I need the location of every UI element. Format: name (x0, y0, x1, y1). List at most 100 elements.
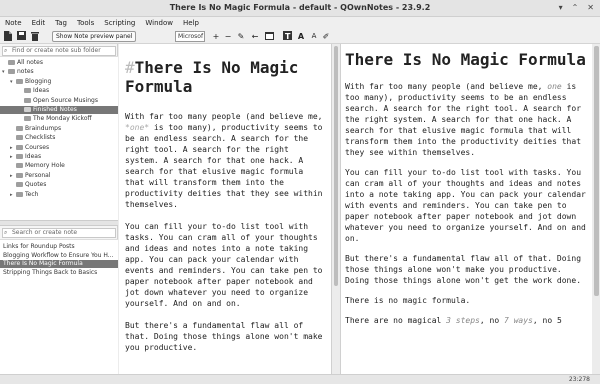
arrow-left-icon[interactable]: ← (250, 31, 260, 42)
folder-search-input[interactable]: ⌕ Find or create note sub folder (2, 46, 116, 56)
preview-text: With far too many people (and believe me… (345, 82, 548, 91)
preview-scrollbar[interactable] (593, 44, 600, 374)
minimize-icon[interactable]: ▾ (559, 4, 563, 12)
editor-content[interactable]: #There Is No Magic Formula With far too … (125, 58, 325, 364)
folder-icon (16, 172, 23, 178)
menu-edit[interactable]: Edit (27, 17, 51, 29)
folder-item[interactable]: Open Source Musings (0, 97, 118, 105)
folder-item[interactable]: Memory Hole (0, 162, 118, 170)
folder-icon (24, 116, 31, 122)
edit-icon[interactable]: ✐ (321, 31, 331, 42)
menu-note[interactable]: Note (0, 17, 27, 29)
folder-item[interactable]: ▸ Personal (0, 172, 118, 180)
folder-label: All notes (17, 59, 43, 66)
window-title: There Is No Magic Formula - default - QO… (169, 3, 431, 12)
editor-paragraph: You can fill your to-do list tool with t… (125, 222, 323, 308)
text-smaller-icon[interactable]: A (309, 31, 319, 42)
calendar-icon[interactable] (264, 31, 274, 42)
menu-tools[interactable]: Tools (72, 17, 99, 29)
folder-item[interactable]: Finished Notes (0, 106, 118, 114)
note-editor[interactable]: #There Is No Magic Formula With far too … (119, 44, 332, 374)
folder-item[interactable]: Quotes (0, 181, 118, 189)
editor-scrollbar[interactable] (333, 44, 339, 374)
preview-paragraph: With far too many people (and believe me… (345, 81, 588, 158)
panel-splitter[interactable] (0, 220, 118, 226)
left-sidebar: ⌕ Find or create note sub folder All not… (0, 44, 118, 374)
folder-icon (16, 191, 23, 197)
pencil-icon[interactable]: ✎ (236, 31, 246, 42)
folder-label: Personal (25, 171, 51, 179)
text-bold-icon[interactable]: T (282, 31, 292, 42)
folder-icon (24, 97, 31, 103)
folder-item[interactable]: ▸ Tech (0, 191, 118, 199)
preview-title: There Is No Magic Formula (345, 50, 586, 69)
folder-icon (16, 135, 23, 141)
search-icon: ⌕ (4, 229, 8, 236)
preview-paragraph: You can fill your to-do list tool with t… (345, 168, 586, 243)
minus-icon[interactable]: − (223, 31, 233, 42)
folder-label: Braindumps (25, 124, 62, 132)
folder-icon (8, 60, 15, 65)
preview-text: , no 5 (532, 316, 562, 325)
folder-item[interactable]: ▸ Courses (0, 144, 118, 152)
preview-text: is too many), productivity seems to be a… (345, 82, 582, 157)
folder-item[interactable]: ▾ Blogging (0, 78, 118, 86)
folder-item[interactable]: Ideas (0, 87, 118, 95)
maximize-icon[interactable]: ⌃ (572, 4, 579, 12)
folder-item[interactable]: The Monday Kickoff (0, 115, 118, 123)
folder-icon (16, 154, 23, 159)
show-note-preview-button[interactable]: Show Note preview panel (52, 31, 137, 42)
folder-label: The Monday Kickoff (33, 115, 92, 123)
preview-emphasis: 3 steps (446, 316, 480, 325)
folder-icon (16, 144, 23, 150)
editor-scrollbar-thumb[interactable] (334, 46, 338, 286)
folder-label: Quotes (25, 181, 47, 189)
cursor-position: 23:278 (568, 376, 590, 383)
folder-tree: All notes ▾ notes ▾ Blogging Ideas Open Source… (0, 56, 118, 220)
preview-paragraph: But there's a fundamental flaw all of th… (345, 254, 582, 285)
plus-icon[interactable]: + (211, 31, 221, 42)
preview-scrollbar-thumb[interactable] (594, 46, 599, 296)
folder-label: Ideas (33, 87, 50, 95)
folder-item[interactable]: Braindumps (0, 125, 118, 133)
folder-label: Memory Hole (25, 162, 65, 170)
folder-label: Ideas (25, 153, 42, 160)
preview-paragraph: There is no magic formula. (345, 296, 471, 305)
menu-window[interactable]: Window (140, 17, 178, 29)
preview-text: There are no magical (345, 316, 447, 325)
save-icon[interactable] (16, 31, 26, 42)
editor-heading: #There Is No Magic Formula (125, 58, 325, 96)
folder-label: Tech (25, 190, 39, 198)
folder-icon (24, 88, 31, 94)
folder-search-placeholder: Find or create note sub folder (12, 47, 101, 54)
svg-text:T: T (285, 32, 291, 40)
folder-icon (8, 69, 15, 75)
delete-icon[interactable] (30, 31, 40, 42)
text-larger-icon[interactable]: A (296, 31, 306, 42)
folder-item[interactable]: Checklists (0, 134, 118, 142)
folder-label: Courses (25, 143, 50, 151)
font-select[interactable]: Microsof (175, 31, 205, 42)
folder-label: Blogging (25, 77, 52, 85)
close-icon[interactable]: ✕ (587, 4, 594, 12)
editor-text: is too many), productivity seems to be a… (125, 123, 323, 209)
note-list-item[interactable]: There Is No Magic Formula (0, 260, 118, 269)
editor-paragraph: But there's a fundamental flaw all of th… (125, 321, 323, 352)
folder-item[interactable]: ▾ notes (0, 68, 118, 76)
heading-hash: # (125, 58, 135, 77)
note-preview: There Is No Magic Formula With far too m… (340, 44, 592, 374)
note-list-item[interactable]: Blogging Workflow to Ensure You H... (0, 252, 118, 260)
preview-emphasis: one (547, 82, 562, 91)
note-list-item[interactable]: Links for Roundup Posts (0, 243, 118, 251)
new-note-icon[interactable] (3, 31, 13, 42)
menu-tag[interactable]: Tag (50, 17, 72, 29)
menu-scripting[interactable]: Scripting (99, 17, 140, 29)
note-search-input[interactable]: ⌕ Search or create note (2, 228, 116, 238)
menu-help[interactable]: Help (178, 17, 204, 29)
preview-text: , no (479, 316, 504, 325)
note-list: Links for Roundup Posts Blogging Workflow… (0, 239, 118, 374)
folder-item[interactable]: All notes (0, 59, 118, 67)
folder-item[interactable]: ▸ Ideas (0, 153, 118, 161)
note-list-item[interactable]: Stripping Things Back to Basics (0, 269, 118, 277)
editor-title: There Is No Magic Formula (125, 58, 299, 96)
